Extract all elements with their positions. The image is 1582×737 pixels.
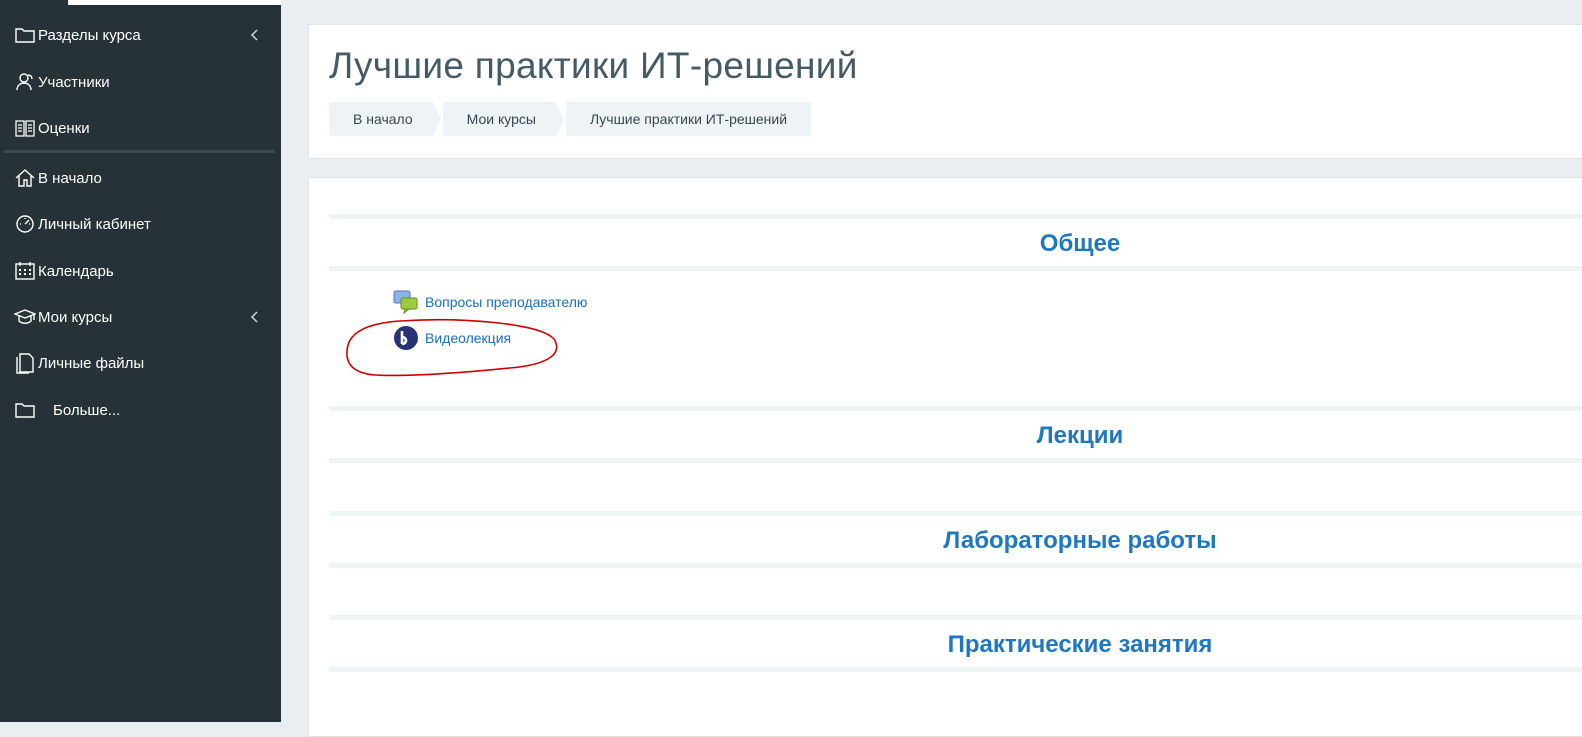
section-title-lab-works[interactable]: Лабораторные работы <box>329 527 1582 555</box>
section-title-lectures[interactable]: Лекции <box>329 422 1582 450</box>
sidebar-item-my-courses[interactable]: Мои курсы <box>0 297 281 337</box>
sidebar-item-label: Разделы курса <box>38 26 141 44</box>
activity-link[interactable]: Видеолекция <box>425 330 511 346</box>
sidebar-item-label: Календарь <box>38 262 114 280</box>
section-divider <box>329 615 1582 620</box>
chevron-left-icon <box>248 308 262 326</box>
section-divider <box>329 406 1582 411</box>
breadcrumb-item-home[interactable]: В начало <box>329 102 433 136</box>
sidebar-item-private-files[interactable]: Личные файлы <box>0 343 281 383</box>
page-title: Лучшие практики ИТ-решений <box>329 45 858 86</box>
breadcrumb-separator <box>432 102 443 136</box>
section-divider <box>329 511 1582 516</box>
sidebar-item-course-sections[interactable]: Разделы курса <box>0 15 281 55</box>
section-divider <box>329 458 1582 463</box>
sidebar-item-label: Личный кабинет <box>38 215 151 233</box>
sidebar-item-label: Личные файлы <box>38 354 145 372</box>
sidebar-item-label: Больше... <box>53 401 121 419</box>
sidebar-item-more[interactable]: Больше... <box>0 390 281 430</box>
section-divider <box>329 563 1582 568</box>
section-divider <box>329 266 1582 271</box>
breadcrumb-separator <box>555 102 566 136</box>
folder-icon <box>14 399 36 421</box>
sidebar-item-calendar[interactable]: Календарь <box>0 251 281 291</box>
activity-video-lecture[interactable]: Видеолекция <box>393 325 511 351</box>
folder-icon <box>14 24 36 46</box>
section-divider <box>329 214 1582 219</box>
sidebar-item-participants[interactable]: Участники <box>0 62 281 102</box>
graduation-cap-icon <box>14 306 36 328</box>
sidebar-item-label: Участники <box>38 73 110 91</box>
sidebar-item-label: Оценки <box>38 119 90 137</box>
sidebar-item-grades[interactable]: Оценки <box>0 108 281 148</box>
sidebar-item-label: В начало <box>38 169 102 187</box>
section-title-practical[interactable]: Практические занятия <box>329 631 1582 659</box>
section-divider <box>329 667 1582 672</box>
sidebar-divider <box>4 150 275 153</box>
sidebar-nav: Разделы курса Участники Оценки В начало … <box>0 0 281 722</box>
chevron-left-icon <box>248 26 262 44</box>
dashboard-icon <box>14 213 36 235</box>
activity-forum[interactable]: Вопросы преподавателю <box>393 289 587 315</box>
users-icon <box>14 71 36 93</box>
course-content: Общее Вопросы преподавателю Видеолекция … <box>308 177 1582 737</box>
activity-link[interactable]: Вопросы преподавателю <box>425 294 587 310</box>
grades-book-icon <box>14 117 36 139</box>
calendar-icon <box>14 260 36 282</box>
forum-chat-icon <box>393 289 419 315</box>
breadcrumb-item-course[interactable]: Лучшие практики ИТ-решений <box>565 102 812 136</box>
sidebar-item-dashboard[interactable]: Личный кабинет <box>0 204 281 244</box>
breadcrumb-item-my-courses[interactable]: Мои курсы <box>442 102 556 136</box>
file-icon <box>14 352 36 374</box>
top-strip <box>68 0 281 5</box>
page-header: Лучшие практики ИТ-решений В начало Мои … <box>308 24 1582 159</box>
bigbluebutton-icon <box>393 325 419 351</box>
breadcrumb: В начало Мои курсы Лучшие практики ИТ-ре… <box>329 102 812 136</box>
sidebar-item-label: Мои курсы <box>38 308 113 326</box>
home-icon <box>14 167 36 189</box>
section-title-general[interactable]: Общее <box>329 230 1582 258</box>
sidebar-item-home[interactable]: В начало <box>0 158 281 198</box>
